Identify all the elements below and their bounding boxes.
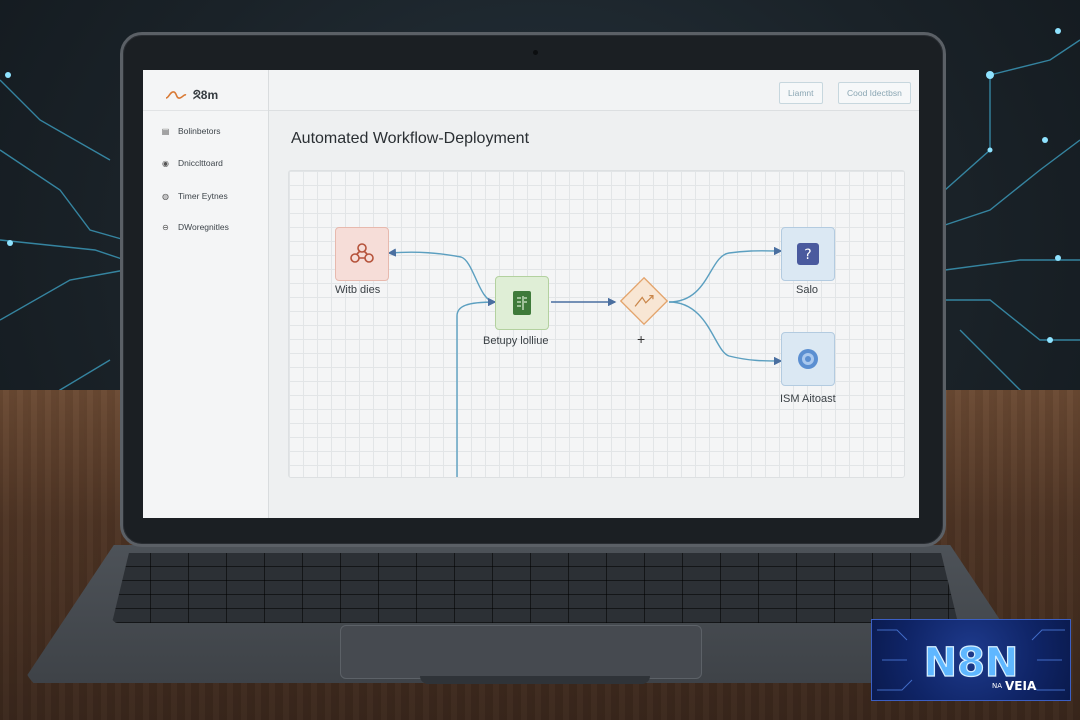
sidebar-item-label: DWoregnitles [178,222,229,232]
sidebar-item-label: Timer Eytnes [178,191,228,201]
edge-left-rail [456,297,497,477]
sidebar-item-dashboard[interactable]: ◉ Dnicclttoard [161,158,223,168]
circuit-logo-icon: N8N NA VEIA [877,629,1065,693]
node-help[interactable]: ? [781,227,835,281]
top-bar: Liamnt Cood Idectbsn [269,70,919,111]
laptop-keyboard [112,553,958,623]
camera-icon [533,50,538,55]
node-ai[interactable] [781,332,835,386]
app-screen: ᘝ8m ▤ Bolinbetors ◉ Dnicclttoard ◍ Timer… [143,70,919,518]
watermark-subtitle-left: NA [992,682,1002,690]
header-button-1[interactable]: Liamnt [779,82,823,104]
laptop-trackpad [340,625,702,679]
if-branch-icon [619,276,669,326]
settings-icon: ⊖ [162,222,169,232]
watermark-subtitle-right: VEIA [1005,679,1037,693]
node-label-webhook: Witb dies [335,284,381,296]
laptop-front-notch [420,676,650,684]
edge-webhook-to-sheets [387,248,496,303]
sidebar-item-timer[interactable]: ◍ Timer Eytnes [161,191,228,201]
webhook-icon [350,243,374,263]
page-title: Automated Workflow-Deployment [291,130,530,147]
help-icon: ? [797,243,819,265]
node-sheets[interactable] [495,276,549,330]
sidebar-item-label: Dnicclttoard [178,158,223,168]
sidebar-item-label: Bolinbetors [178,126,221,136]
node-label-sheets: Betupy lolliue [483,335,549,347]
sidebar-item-bolinbetors[interactable]: ▤ Bolinbetors [161,126,221,136]
ai-icon [798,349,818,369]
workflow-connections [387,246,783,477]
svg-text:?: ? [804,247,811,263]
node-label-ai: ISM Aitoast [780,393,836,405]
node-webhook[interactable] [335,227,389,281]
list-icon: ▤ [161,126,170,136]
node-label-help: Salo [796,284,819,296]
n8n-logo-icon [165,91,187,99]
workflow-canvas[interactable]: Witb dies Betupy lolliue + ? Salo ISM Ai… [288,170,905,478]
add-node-button[interactable]: + [637,331,645,347]
edge-if-to-help [668,246,783,303]
sheets-icon [513,291,531,315]
sidebar-divider [143,110,268,111]
sidebar: ᘝ8m ▤ Bolinbetors ◉ Dnicclttoard ◍ Timer… [143,70,269,518]
sidebar-item-settings[interactable]: ⊖ DWoregnitles [161,222,229,232]
n8n-na-veia-watermark: N8N NA VEIA [871,619,1071,701]
timer-icon: ◍ [162,191,169,201]
brand-logo[interactable]: ᘝ8m [165,80,218,110]
edge-if-to-ai [668,301,783,366]
node-if-branch[interactable] [619,276,669,326]
dashboard-icon: ◉ [162,158,169,168]
brand-name: ᘝ8m [193,87,219,102]
header-button-2[interactable]: Cood Idectbsn [838,82,911,104]
